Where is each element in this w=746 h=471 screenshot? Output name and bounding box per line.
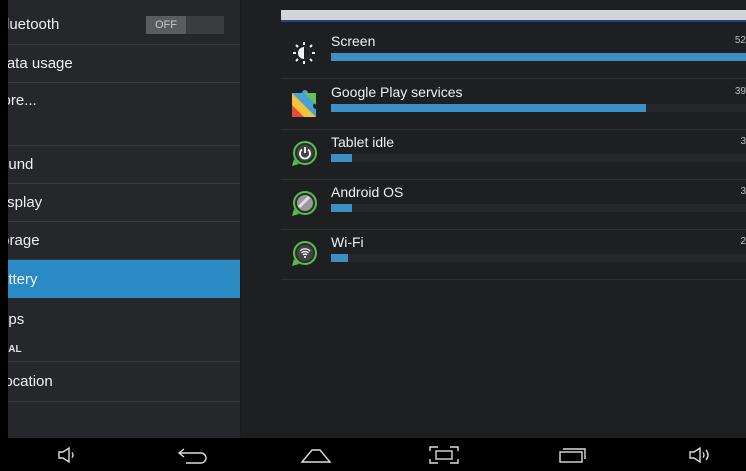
toggle-state: OFF (146, 16, 186, 34)
wifi-icon (289, 239, 319, 269)
app-name: Tablet idle (331, 134, 395, 150)
puzzle-icon (289, 89, 319, 119)
sidebar-item-bluetooth[interactable]: Bluetooth OFF (8, 5, 240, 45)
usage-bar-fill (331, 204, 352, 212)
app-name: Android OS (331, 184, 404, 200)
usage-percent: 2 (740, 236, 746, 247)
sidebar-item-apps[interactable]: Apps (8, 298, 240, 336)
sidebar-item-label: More... (8, 92, 37, 109)
sidebar-item-label: Data usage (8, 55, 73, 72)
home-icon[interactable] (296, 442, 336, 468)
battery-usage-pane: Screen 52 Google Play services 39 Tablet idl… (281, 0, 746, 438)
settings-sidebar: Bluetooth OFF Data usage More... Sound D… (8, 0, 241, 438)
settings-screen: Bluetooth OFF Data usage More... Sound D… (8, 0, 746, 438)
usage-percent: 39 (734, 86, 746, 97)
volume-up-icon[interactable] (680, 442, 720, 468)
back-icon[interactable] (173, 442, 213, 468)
brightness-icon (289, 38, 319, 68)
screenshot-icon[interactable] (424, 442, 464, 468)
usage-bar (331, 154, 746, 162)
app-name: Screen (331, 33, 376, 49)
sidebar-item-more[interactable]: More... (8, 83, 240, 146)
usage-bar (331, 53, 746, 61)
sidebar-item-storage[interactable]: Storage (8, 222, 240, 260)
app-usage-row[interactable]: Screen 52 (281, 28, 746, 79)
sidebar-item-label: Apps (8, 311, 25, 328)
app-usage-row[interactable]: Wi-Fi 2 (281, 229, 746, 280)
sidebar-item-battery[interactable]: Battery (8, 260, 240, 298)
sidebar-item-data-usage[interactable]: Data usage (8, 45, 240, 83)
usage-bar (331, 104, 746, 112)
usage-percent: 52 (734, 35, 746, 46)
sidebar-item-label: Display (8, 194, 43, 211)
battery-graph-edge (281, 10, 746, 22)
app-usage-row[interactable]: Google Play services 39 (281, 79, 746, 130)
recents-icon[interactable] (552, 442, 592, 468)
usage-percent: 3 (740, 136, 746, 147)
usage-percent: 3 (740, 186, 746, 197)
usage-bar-fill (331, 53, 746, 61)
usage-bar-fill (331, 154, 352, 162)
android-icon (289, 189, 319, 219)
app-name: Wi-Fi (331, 234, 364, 250)
app-name: Google Play services (331, 84, 463, 100)
sidebar-item-label: Bluetooth (8, 16, 60, 33)
app-usage-row[interactable]: Tablet idle 3 (281, 129, 746, 180)
usage-bar-fill (331, 104, 647, 112)
section-header-personal: PERSONAL (8, 344, 22, 355)
sidebar-item-label: Location (8, 373, 53, 390)
system-navigation-bar (0, 438, 746, 471)
power-icon (289, 139, 319, 169)
sidebar-item-sound[interactable]: Sound (8, 146, 240, 184)
usage-bar (331, 254, 746, 262)
sidebar-item-location[interactable]: Location (8, 362, 240, 402)
sidebar-item-label: Storage (8, 232, 40, 249)
bluetooth-toggle[interactable]: OFF (146, 16, 224, 34)
sidebar-item-label: Battery (8, 270, 38, 288)
volume-down-icon[interactable] (48, 442, 88, 468)
sidebar-item-label: Sound (8, 156, 34, 173)
app-usage-row[interactable]: Android OS 3 (281, 179, 746, 230)
usage-bar (331, 204, 746, 212)
usage-bar-fill (331, 254, 348, 262)
sidebar-item-display[interactable]: Display (8, 184, 240, 222)
